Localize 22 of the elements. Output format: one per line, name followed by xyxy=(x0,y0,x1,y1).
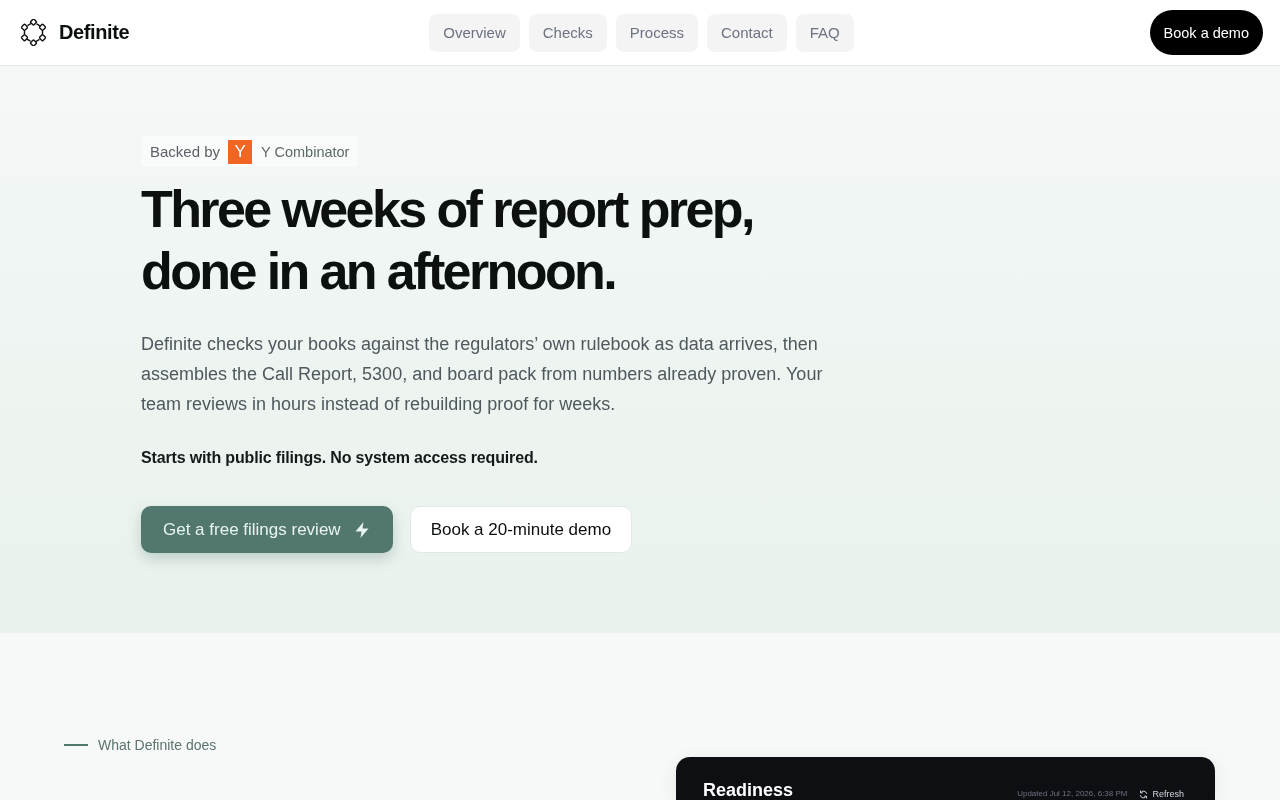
letter-logo: Y xyxy=(228,139,253,164)
demo-button[interactable]: Book a 20-minute demo xyxy=(409,506,633,553)
updated-timestamp: Updated Jul 12, 2026, 6:38 PM xyxy=(1017,789,1128,799)
backer-name: Y Combinator xyxy=(261,143,350,160)
badge-label: Backed by xyxy=(150,143,221,160)
hero-note: Starts with public filings. No system access required. xyxy=(141,448,538,468)
nav-link[interactable]: Overview xyxy=(429,13,520,52)
section-eyebrow: What Definite does xyxy=(98,736,217,755)
refresh-icon xyxy=(1139,789,1149,799)
filings-review-button[interactable]: Get a free filings review xyxy=(141,506,393,553)
hero-heading: Three weeks of report prep, done in an afternoon. xyxy=(141,179,754,302)
nav-link[interactable]: Contact xyxy=(707,13,787,52)
node-ring-icon xyxy=(20,19,47,46)
lightning-icon xyxy=(352,520,371,539)
nav-link[interactable]: Checks xyxy=(528,13,607,52)
hero-description: Definite checks your books against the regulators’ own rulebook as data arrives, then assembles the Call Report, 5300, and board pack from numbers already proven. Your team reviews in hours instead of rebuilding proof for weeks. xyxy=(141,333,824,416)
brand-name: Definite xyxy=(59,21,130,44)
panel-title: Readiness xyxy=(703,781,794,799)
nav-link[interactable]: FAQ xyxy=(795,13,854,52)
nav-link[interactable]: Process xyxy=(615,13,698,52)
book-demo-button[interactable]: Book a demo xyxy=(1149,10,1263,55)
refresh-button[interactable]: Refresh xyxy=(1139,789,1184,799)
